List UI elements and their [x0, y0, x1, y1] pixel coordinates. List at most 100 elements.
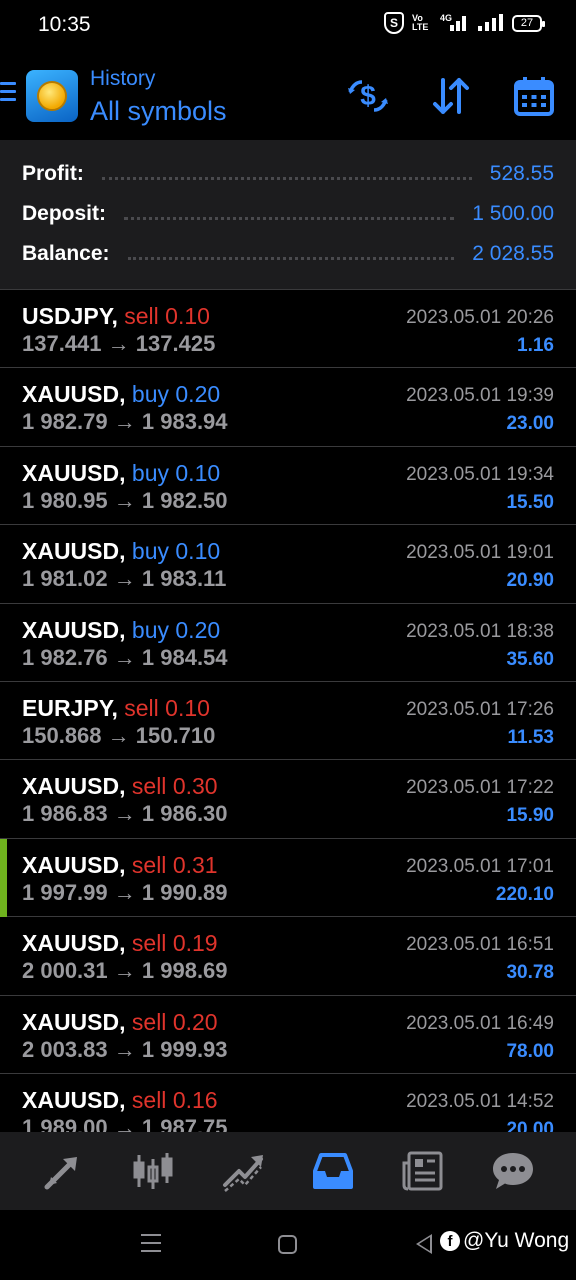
balance-row: Balance: 2 028.55 [22, 240, 554, 268]
trade-prices: 1 986.83 → 1 986.30 [22, 801, 228, 827]
trade-profit: 1.16 [517, 335, 554, 356]
tab-trade[interactable] [213, 1141, 273, 1201]
trade-row[interactable]: XAUUSD, buy 0.20 1 982.76 → 1 984.54 2023.… [0, 604, 576, 682]
trade-time: 2023.05.01 17:22 [406, 777, 554, 799]
symbol-name: XAUUSD, [22, 930, 126, 957]
header-subtitle: History [90, 67, 156, 90]
open-price: 1 989.00 [22, 1114, 108, 1132]
trade-profit: 23.00 [506, 413, 554, 435]
period-button[interactable] [512, 74, 556, 118]
trade-volume: 0.10 [165, 694, 210, 721]
trade-history-list[interactable]: USDJPY, sell 0.10 137.441 → 137.425 2023.0… [0, 290, 576, 1132]
symbol-name: XAUUSD, [22, 1086, 126, 1113]
sort-button[interactable] [429, 74, 473, 118]
trade-symbol: USDJPY, sell 0.10 [22, 303, 210, 330]
close-price: 1 983.94 [141, 409, 228, 435]
trade-prices: 150.868 → 150.710 [22, 723, 215, 749]
chat-icon [493, 1153, 533, 1189]
tab-history[interactable] [303, 1141, 363, 1201]
facebook-icon: f [440, 1231, 460, 1251]
tab-chart[interactable] [123, 1141, 183, 1201]
trade-side: sell [124, 694, 159, 721]
menu-icon[interactable] [0, 82, 16, 104]
open-price: 1 982.76 [22, 644, 108, 670]
status-icons: S Vo LTE 4G 27 [384, 12, 545, 34]
signal-icon [476, 13, 504, 33]
trade-symbol: XAUUSD, buy 0.20 [22, 617, 220, 644]
home-button[interactable] [278, 1235, 297, 1254]
close-price: 1 990.89 [141, 879, 228, 905]
deposit-withdraw-button[interactable]: $ [346, 74, 390, 118]
close-price: 1 982.50 [141, 487, 228, 513]
trade-time: 2023.05.01 20:26 [406, 307, 554, 328]
tab-chat[interactable] [483, 1141, 543, 1201]
trade-side: sell [131, 773, 167, 800]
watermark-text: @Yu Wong [463, 1229, 570, 1252]
trade-volume: 0.16 [172, 1086, 218, 1113]
trade-profit: 20.90 [506, 570, 554, 592]
trade-symbol: XAUUSD, sell 0.20 [22, 1009, 218, 1036]
dot-leader [101, 168, 472, 180]
trade-prices: 1 981.02 → 1 983.11 [22, 566, 226, 592]
arrow-right-icon: → [113, 487, 136, 513]
app-logo[interactable] [26, 70, 78, 122]
battery-icon: 27 [512, 14, 545, 32]
balance-label: Balance: [22, 242, 110, 265]
trade-row[interactable]: USDJPY, sell 0.10 137.441 → 137.425 2023.0… [0, 290, 576, 369]
trade-profit: 11.53 [507, 726, 555, 748]
trade-prices: 1 997.99 → 1 990.89 [22, 880, 228, 906]
trade-row[interactable]: XAUUSD, buy 0.10 1 981.02 → 1 983.11 2023.… [0, 525, 576, 604]
trade-time: 2023.05.01 18:38 [406, 620, 554, 642]
trade-row[interactable]: XAUUSD, buy 0.20 1 982.79 → 1 983.94 2023.… [0, 368, 576, 447]
dot-leader [127, 248, 455, 260]
trade-prices: 1 989.00 → 1 987.75 [22, 1115, 228, 1132]
tab-quotes[interactable] [33, 1141, 93, 1201]
trade-profit: 15.90 [506, 805, 554, 827]
arrow-right-icon: → [113, 409, 136, 435]
trade-row[interactable]: XAUUSD, sell 0.19 2 000.31 → 1 998.69 2023… [0, 917, 576, 996]
volte-icon: Vo LTE [412, 13, 429, 32]
trade-row[interactable]: XAUUSD, sell 0.31 1 997.99 → 1 990.89 2023… [0, 838, 576, 918]
trade-row[interactable]: XAUUSD, sell 0.20 2 003.83 → 1 999.93 2023… [0, 996, 576, 1074]
page-title[interactable]: All symbols [90, 96, 227, 127]
trade-prices: 1 980.95 → 1 982.50 [22, 488, 228, 514]
tab-news[interactable] [393, 1141, 453, 1201]
back-button[interactable] [416, 1234, 432, 1254]
trade-profit: 35.60 [506, 648, 554, 670]
trade-volume: 0.20 [172, 1008, 218, 1035]
shield-icon: S [384, 12, 404, 34]
trade-profit: 20.00 [506, 1118, 554, 1132]
close-price: 1 998.69 [141, 958, 228, 984]
trade-row[interactable]: XAUUSD, sell 0.16 1 989.00 → 1 987.75 2023… [0, 1074, 576, 1132]
open-price: 1 986.83 [22, 801, 108, 827]
trade-volume: 0.10 [165, 303, 210, 329]
balance-value: 2 028.55 [472, 242, 554, 265]
symbol-name: XAUUSD, [22, 616, 126, 643]
symbol-name: EURJPY, [22, 694, 118, 721]
profit-row: Profit: 528.55 [22, 160, 554, 188]
trade-row[interactable]: XAUUSD, sell 0.30 1 986.83 → 1 986.30 2023… [0, 760, 576, 839]
trade-volume: 0.10 [175, 538, 221, 565]
recent-apps-button[interactable] [141, 1234, 161, 1258]
profit-label: Profit: [22, 162, 84, 185]
trade-volume: 0.30 [172, 773, 218, 800]
trade-side: sell [131, 930, 167, 957]
trade-side: buy [131, 616, 169, 643]
deposit-row: Deposit: 1 500.00 [22, 200, 554, 228]
trade-profit: 78.00 [506, 1040, 554, 1062]
trade-symbol: EURJPY, sell 0.10 [22, 695, 210, 722]
arrow-right-icon: → [113, 879, 136, 905]
arrow-right-icon: → [107, 331, 130, 356]
trade-prices: 2 003.83 → 1 999.93 [22, 1037, 228, 1063]
close-price: 1 983.11 [141, 566, 227, 592]
trade-row[interactable]: EURJPY, sell 0.10 150.868 → 150.710 2023.0… [0, 682, 576, 761]
app-header: History All symbols $ [0, 52, 576, 140]
trade-time: 2023.05.01 17:26 [406, 698, 554, 720]
open-price: 137.441 [22, 331, 102, 356]
deposit-label: Deposit: [22, 202, 106, 225]
arrow-right-icon: → [113, 958, 136, 984]
trade-row[interactable]: XAUUSD, buy 0.10 1 980.95 → 1 982.50 2023.… [0, 447, 576, 526]
network-label: 4G [440, 13, 453, 23]
trade-volume: 0.19 [172, 930, 218, 957]
trade-prices: 137.441 → 137.425 [22, 331, 215, 357]
